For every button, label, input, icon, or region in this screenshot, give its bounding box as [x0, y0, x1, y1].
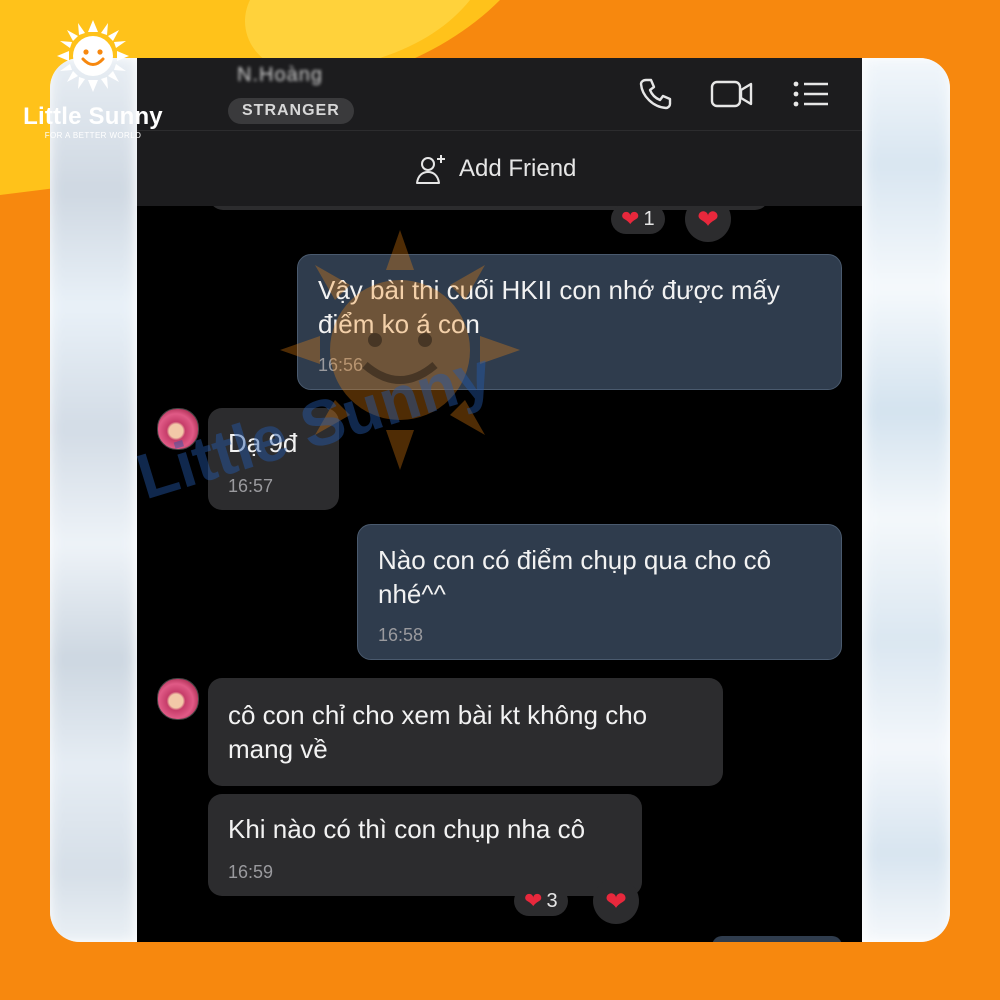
message-text: Nào con có điểm chụp qua cho cô nhé^^ [378, 545, 772, 609]
message-text: Khi nào có thì con chụp nha cô [228, 814, 586, 844]
add-friend-bar[interactable]: Add Friend [137, 131, 862, 206]
reaction-count: 3 [546, 890, 558, 912]
message-bubble-incoming[interactable]: Khi nào có thì con chụp nha cô 16:59 [208, 794, 642, 896]
message-text: cô con chỉ cho xem bài kt không cho mang… [228, 700, 648, 764]
add-friend-button[interactable]: Add Friend [415, 153, 576, 185]
avatar[interactable] [157, 678, 199, 720]
brand-tagline: FOR A BETTER WORLD [44, 131, 142, 140]
brand-logo: Little Sunny FOR A BETTER WORLD [18, 18, 168, 140]
message-time: 16:56 [318, 355, 364, 375]
contact-name[interactable]: N.Hoàng [237, 64, 323, 87]
chat-screen: N.Hoàng STRANGER Add Friend ❤ 1 ❤ Vậy bà… [137, 58, 862, 942]
message-bubble-incoming[interactable]: cô con chỉ cho xem bài kt không cho mang… [208, 678, 723, 786]
video-call-icon[interactable] [710, 76, 754, 112]
message-bubble-outgoing[interactable]: Nào con có điểm chụp qua cho cô nhé^^ 16… [357, 524, 842, 660]
message-time: 16:58 [378, 625, 424, 645]
heart-icon: ❤ [621, 206, 640, 231]
add-friend-label: Add Friend [459, 155, 577, 182]
menu-list-icon[interactable] [792, 76, 830, 112]
message-time: 16:59 [228, 862, 274, 882]
reaction-count-pill[interactable]: ❤ 1 [611, 204, 665, 234]
blurred-background-right [865, 58, 950, 942]
heart-icon: ❤ [605, 886, 627, 916]
stranger-badge: STRANGER [228, 98, 354, 124]
brand-name: Little Sunny [23, 103, 163, 130]
chat-header: N.Hoàng STRANGER [137, 58, 862, 131]
react-heart-button[interactable]: ❤ [593, 878, 639, 924]
sun-logo-icon [57, 20, 129, 92]
phone-icon[interactable] [637, 76, 673, 112]
blurred-background-left [50, 58, 135, 942]
heart-icon: ❤ [524, 888, 543, 913]
reaction-count-pill[interactable]: ❤ 3 [514, 886, 568, 916]
add-person-icon [416, 155, 445, 184]
next-message-bubble [712, 936, 842, 942]
reaction-count: 1 [643, 208, 655, 230]
heart-icon: ❤ [697, 204, 719, 234]
